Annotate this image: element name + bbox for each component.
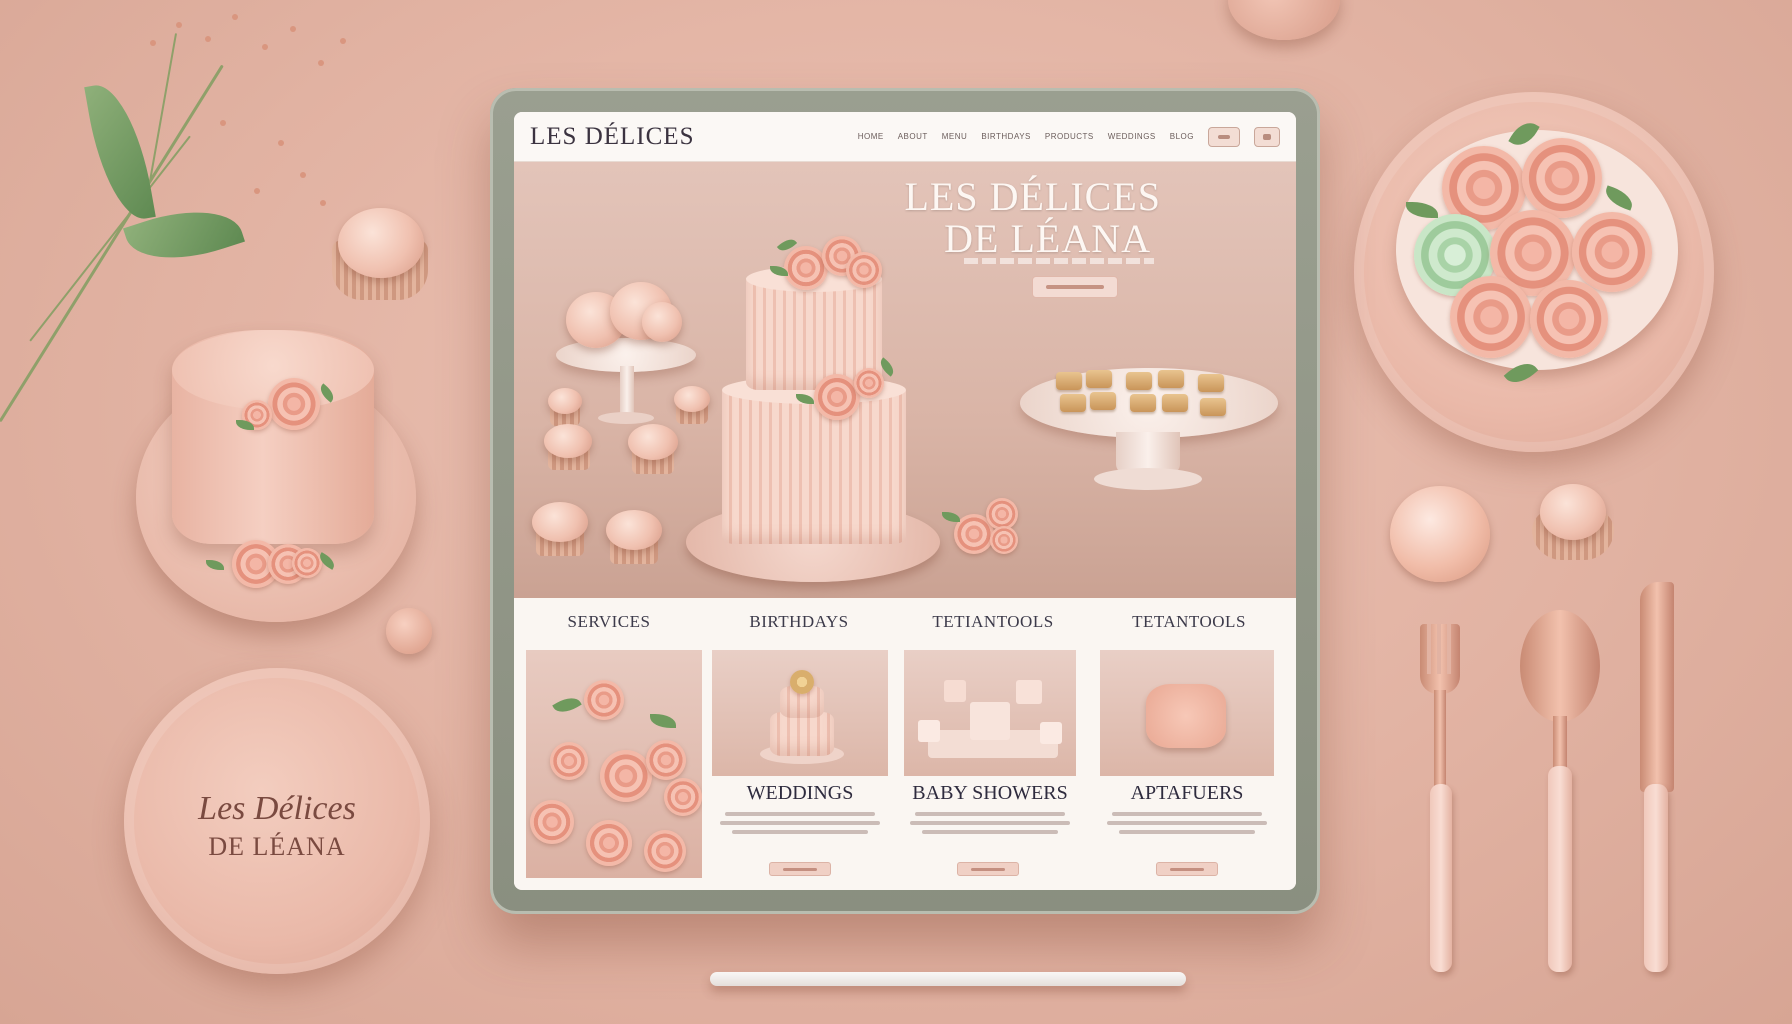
nav-link-blog[interactable]: BLOG bbox=[1170, 132, 1194, 141]
nav-link-home[interactable]: HOME bbox=[858, 132, 884, 141]
plate-logo-line1: Les Délices bbox=[198, 790, 356, 827]
plate-logo-line2: DE LÉANA bbox=[208, 832, 346, 861]
services-heading: SERVICES bbox=[567, 612, 651, 631]
nav-link-birthdays[interactable]: BIRTHDAYS bbox=[981, 132, 1031, 141]
site-navbar: LES DÉLICES HOME ABOUT MENU BIRTHDAYS PR… bbox=[514, 112, 1296, 162]
site-brand[interactable]: LES DÉLICES bbox=[530, 123, 694, 151]
nav-account-button[interactable] bbox=[1254, 126, 1280, 147]
hero-title-line2: DE LÉANA bbox=[944, 216, 1151, 261]
birthdays-heading: BIRTHDAYS bbox=[749, 612, 849, 631]
hero-title: LES DÉLICES DE LÉANA bbox=[904, 176, 1161, 260]
aptafuers-button[interactable] bbox=[1156, 862, 1218, 876]
baby-showers-description bbox=[905, 812, 1075, 839]
nav-links: HOME ABOUT MENU BIRTHDAYS PRODUCTS WEDDI… bbox=[858, 126, 1280, 147]
tetiantools-heading: TETIANTOOLS bbox=[932, 612, 1054, 631]
stylus bbox=[710, 972, 1186, 986]
weddings-label: WEDDINGS bbox=[746, 782, 854, 804]
nav-link-menu[interactable]: MENU bbox=[942, 132, 968, 141]
aptafuers-photo bbox=[1100, 650, 1274, 776]
website-screen: LES DÉLICES HOME ABOUT MENU BIRTHDAYS PR… bbox=[514, 112, 1296, 890]
aptafuers-description bbox=[1102, 812, 1272, 839]
tablet-device: LES DÉLICES HOME ABOUT MENU BIRTHDAYS PR… bbox=[490, 88, 1320, 914]
nav-link-products[interactable]: PRODUCTS bbox=[1045, 132, 1094, 141]
hero-subtitle bbox=[964, 258, 1154, 264]
weddings-description bbox=[715, 812, 885, 839]
aptafuers-label: APTAFUERS bbox=[1130, 782, 1244, 804]
baby-showers-button[interactable] bbox=[957, 862, 1019, 876]
nav-cart-button[interactable] bbox=[1208, 126, 1240, 147]
logo-plate: Les Délices DE LÉANA bbox=[124, 668, 430, 974]
hero-title-line1: LES DÉLICES bbox=[904, 174, 1161, 219]
weddings-photo bbox=[712, 650, 888, 776]
pink-ball bbox=[386, 608, 432, 654]
hero-section: LES DÉLICES DE LÉANA bbox=[514, 162, 1296, 598]
services-section: SERVICES BIRTHDAYS TETIANTOOLS TETANTOOL… bbox=[514, 598, 1296, 890]
baby-showers-photo bbox=[904, 650, 1076, 776]
roses-photo bbox=[526, 650, 702, 878]
nav-link-weddings[interactable]: WEDDINGS bbox=[1108, 132, 1156, 141]
weddings-button[interactable] bbox=[769, 862, 831, 876]
hero-cta-button[interactable] bbox=[1032, 276, 1118, 298]
tetantools-heading: TETANTOOLS bbox=[1132, 612, 1246, 631]
baby-showers-label: BABY SHOWERS bbox=[912, 782, 1068, 804]
nav-link-about[interactable]: ABOUT bbox=[898, 132, 928, 141]
pink-sphere bbox=[1228, 0, 1340, 40]
